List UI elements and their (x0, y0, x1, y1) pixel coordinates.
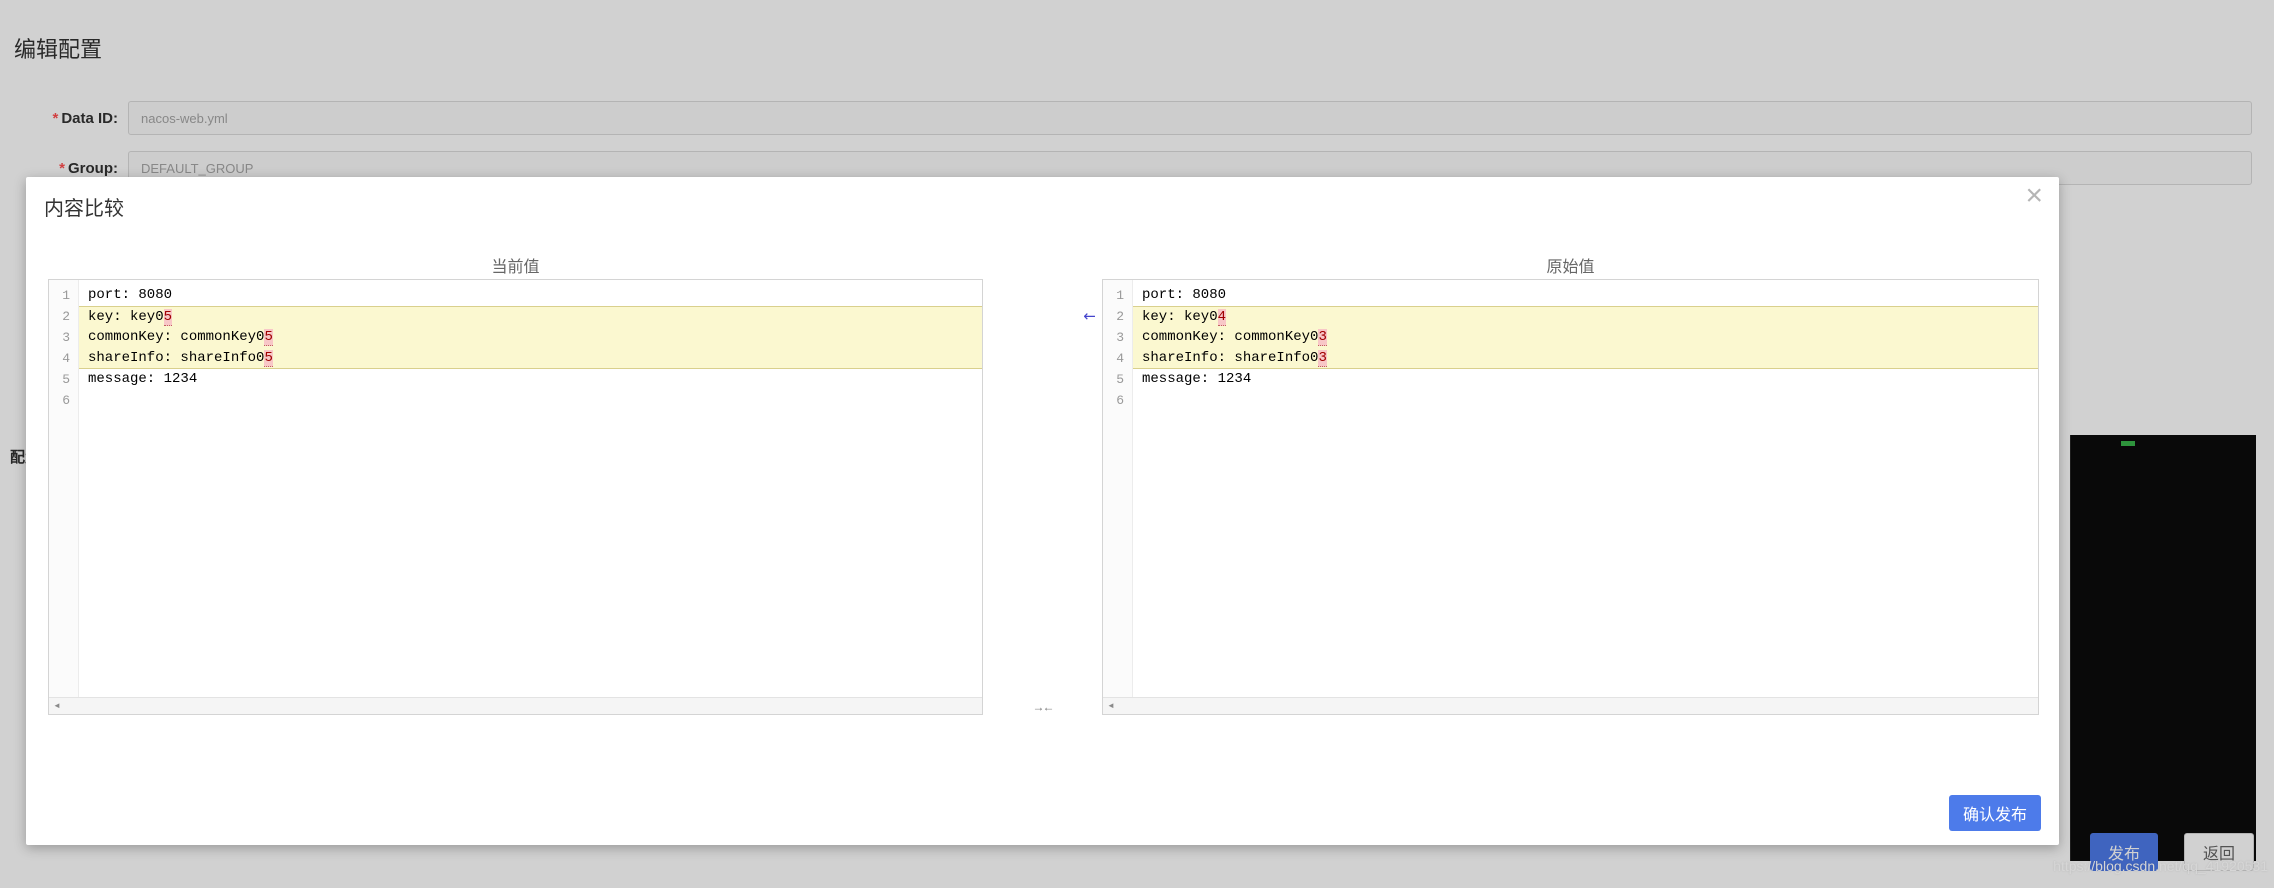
code-line: key: key05 (79, 306, 982, 327)
scroll-left-arrow-icon[interactable]: ◄ (1103, 698, 1119, 714)
diff-changed-text: 5 (264, 350, 272, 367)
code-line: port: 8080 (1133, 285, 2038, 306)
screen: 编辑配置 *Data ID: *Group: 配置内容: 发布 返回 内容比较 … (0, 0, 2274, 888)
code-line: commonKey: commonKey03 (1133, 327, 2038, 348)
scroll-left-arrow-icon[interactable]: ◄ (49, 698, 65, 714)
code-area[interactable]: port: 8080key: key05commonKey: commonKey… (79, 280, 982, 697)
current-value-editor[interactable]: 123456 port: 8080key: key05commonKey: co… (48, 279, 983, 715)
original-value-header: 原始值 (1102, 253, 2039, 277)
code-text: message: 1234 (88, 371, 197, 387)
code-text: message: 1234 (1142, 371, 1251, 387)
code-line: key: key04 (1133, 306, 2038, 327)
code-line: message: 1234 (79, 369, 982, 390)
line-number: 5 (1103, 369, 1132, 390)
diff-changed-text: 5 (164, 309, 172, 326)
dialog-title: 内容比较 (44, 192, 124, 221)
diff-changed-text: 3 (1318, 350, 1326, 367)
code-line: shareInfo: shareInfo03 (1133, 348, 2038, 369)
code-line (79, 390, 982, 411)
code-text: shareInfo: shareInfo0 (1142, 350, 1318, 366)
code-text: commonKey: commonKey0 (1142, 329, 1318, 345)
horizontal-scrollbar[interactable]: ◄ (1103, 697, 2038, 714)
original-value-editor[interactable]: 123456 port: 8080key: key04commonKey: co… (1102, 279, 2039, 715)
confirm-publish-button[interactable]: 确认发布 (1949, 795, 2041, 831)
line-number: 2 (1103, 306, 1132, 327)
code-line: port: 8080 (79, 285, 982, 306)
horizontal-scrollbar[interactable]: ◄ (49, 697, 982, 714)
line-number: 1 (49, 285, 78, 306)
code-text: shareInfo: shareInfo0 (88, 350, 264, 366)
line-number: 2 (49, 306, 78, 327)
line-number: 6 (1103, 390, 1132, 411)
code-line: shareInfo: shareInfo05 (79, 348, 982, 369)
line-number: 3 (49, 327, 78, 348)
line-number-gutter: 123456 (1103, 280, 1133, 697)
copy-chunk-left-icon[interactable]: ← (1083, 307, 1096, 325)
line-number: 4 (1103, 348, 1132, 369)
close-icon[interactable]: × (2025, 181, 2043, 211)
line-number: 4 (49, 348, 78, 369)
code-text: key: key0 (1142, 309, 1218, 325)
code-text: key: key0 (88, 309, 164, 325)
line-number: 1 (1103, 285, 1132, 306)
watermark-text: https://blog.csdn.net/qq_41920531 (2053, 858, 2268, 874)
diff-changed-text: 5 (264, 329, 272, 346)
merge-gap: ← →← (983, 279, 1102, 715)
diff-changed-text: 4 (1218, 309, 1226, 326)
code-text: port: 8080 (88, 287, 172, 303)
code-text: port: 8080 (1142, 287, 1226, 303)
line-number-gutter: 123456 (49, 280, 79, 697)
code-line: message: 1234 (1133, 369, 2038, 390)
diff-changed-text: 3 (1318, 329, 1326, 346)
code-line (1133, 390, 2038, 411)
line-number: 3 (1103, 327, 1132, 348)
content-compare-dialog: 内容比较 × 当前值 原始值 123456 port: 8080key: key… (26, 177, 2059, 845)
current-value-header: 当前值 (48, 253, 983, 277)
code-area[interactable]: port: 8080key: key04commonKey: commonKey… (1133, 280, 2038, 697)
line-number: 5 (49, 369, 78, 390)
code-text: commonKey: commonKey0 (88, 329, 264, 345)
scroll-align-icon[interactable]: →← (1033, 700, 1053, 714)
line-number: 6 (49, 390, 78, 411)
code-line: commonKey: commonKey05 (79, 327, 982, 348)
